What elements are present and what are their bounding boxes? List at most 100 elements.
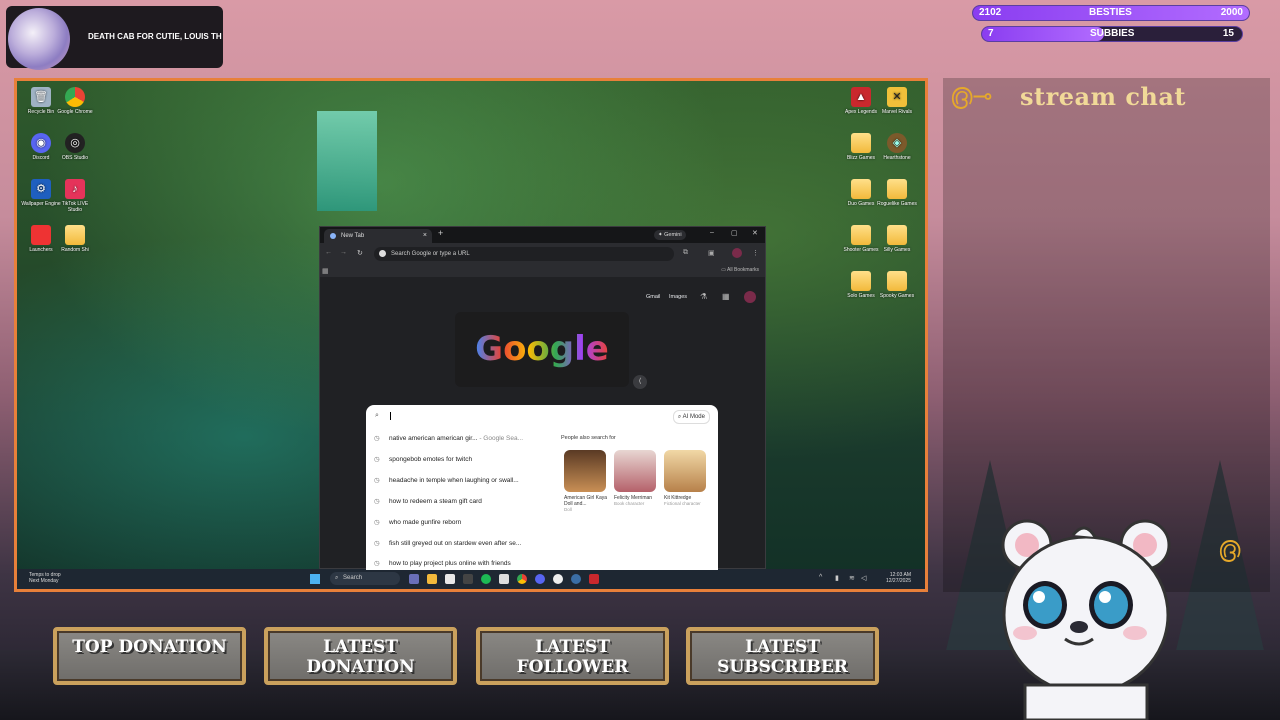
desktop-icon-roguelike-games[interactable]: Roguelike Games	[877, 179, 917, 207]
album-art	[8, 8, 70, 70]
new-tab-button[interactable]: +	[438, 228, 443, 238]
start-button[interactable]	[310, 574, 320, 584]
chrome-window: New Tab × + ✦ Gemini – ▢ ✕ ← → ↻ Search …	[319, 226, 766, 570]
suggestion-item[interactable]: ◷ native american american gir... - Googl…	[374, 434, 523, 442]
plaque-title: LATEST DONATION	[306, 637, 415, 677]
extensions-icon[interactable]: ⧉	[683, 249, 688, 257]
side-panel-icon[interactable]: ▣	[708, 249, 715, 257]
desktop-icon-apex[interactable]: ▲ Apex Legends	[841, 87, 881, 115]
taskbar-app-apex[interactable]	[589, 574, 599, 584]
apps-grid-icon[interactable]: ▦	[722, 292, 730, 301]
taskbar-clock[interactable]: 12:03 AM 12/27/2025	[886, 572, 911, 584]
taskbar-app-terminal[interactable]	[463, 574, 473, 584]
suggestion-item[interactable]: ◷ how to play project plus online with fr…	[374, 559, 511, 567]
forward-icon[interactable]: →	[340, 249, 347, 256]
desktop-icon-obs[interactable]: ◎ OBS Studio	[55, 133, 95, 161]
chevron-up-icon[interactable]: ^	[819, 574, 822, 581]
share-icon[interactable]: ⟨	[633, 375, 647, 389]
related-card-felicity[interactable]: Felicity Merriman Book character	[614, 450, 660, 507]
subbies-target: 15	[1222, 28, 1234, 39]
taskbar-search[interactable]: ⌕ Search	[330, 572, 400, 585]
latest-subscriber-plaque: LATEST SUBSCRIBER	[686, 627, 879, 685]
address-bar[interactable]: Search Google or type a URL	[374, 247, 674, 261]
images-link[interactable]: Images	[669, 294, 687, 300]
desktop-icon-marvel-rivals[interactable]: ✕ Marvel Rivals	[877, 87, 917, 115]
taskbar-app-chrome[interactable]	[517, 574, 527, 584]
windows-taskbar: Temps to drop Next Monday ⌕ Search ^ ▮ ≋…	[17, 569, 925, 589]
chrome-icon	[65, 87, 85, 107]
plaque-title: LATEST FOLLOWER	[516, 637, 629, 677]
desktop-icon-duo-games[interactable]: Duo Games	[841, 179, 881, 207]
marvel-rivals-icon: ✕	[887, 87, 907, 107]
suggestion-item[interactable]: ◷ spongebob emotes for twitch	[374, 455, 472, 463]
latest-donation-plaque: LATEST DONATION	[264, 627, 457, 685]
ai-mode-button[interactable]: ⌕ AI Mode	[672, 410, 710, 424]
menu-icon[interactable]: ⋮	[752, 249, 759, 257]
gmail-link[interactable]: Gmail	[646, 294, 660, 300]
folder-icon	[887, 271, 907, 291]
desktop-icon-hearthstone[interactable]: ◈ Hearthstone	[877, 133, 917, 161]
google-doodle[interactable]: Google	[455, 312, 629, 387]
desktop-icon-silly-games[interactable]: Silly Games	[877, 225, 917, 253]
taskbar-app-steam[interactable]	[571, 574, 581, 584]
maximize-icon[interactable]: ▢	[731, 229, 738, 237]
chrome-favicon-icon	[330, 233, 336, 239]
close-tab-icon[interactable]: ×	[423, 229, 427, 243]
hearthstone-icon: ◈	[887, 133, 907, 153]
stream-chat-title: stream chat	[1020, 82, 1187, 111]
suggestion-item[interactable]: ◷ who made gunfire reborn	[374, 518, 461, 526]
taskbar-app-xbox[interactable]	[499, 574, 509, 584]
plaque-title: TOP DONATION	[72, 637, 227, 657]
account-avatar[interactable]	[744, 291, 756, 303]
tab-new-tab[interactable]: New Tab ×	[324, 229, 432, 243]
taskbar-app-spotify[interactable]	[481, 574, 491, 584]
taskbar-app-store[interactable]	[445, 574, 455, 584]
taskbar-app-obs[interactable]	[553, 574, 563, 584]
obs-icon: ◎	[65, 133, 85, 153]
now-playing-text: DEATH CAB FOR CUTIE, LOUIS TH	[88, 32, 222, 41]
volume-icon[interactable]: ◁	[861, 574, 866, 582]
desktop-icon-blizz-games[interactable]: Blizz Games	[841, 133, 881, 161]
wifi-icon[interactable]: ≋	[849, 574, 855, 582]
swirl-ornament-icon: ൫⊸	[950, 83, 993, 110]
all-bookmarks-button[interactable]: ▭ All Bookmarks	[721, 267, 759, 273]
besties-target: 2000	[1220, 7, 1243, 18]
suggestion-item[interactable]: ◷ how to redeem a steam gift card	[374, 497, 482, 505]
tab-strip: New Tab × + ✦ Gemini – ▢ ✕	[320, 227, 765, 243]
taskbar-app-discord[interactable]	[535, 574, 545, 584]
taskbar-app-file-explorer[interactable]	[427, 574, 437, 584]
gemini-button[interactable]: ✦ Gemini	[654, 230, 686, 240]
search-icon: ⌕	[335, 575, 339, 581]
suggestion-item[interactable]: ◷ headache in temple when laughing or swa…	[374, 476, 519, 484]
suggestion-item[interactable]: ◷ fish still greyed out on stardew even a…	[374, 539, 521, 547]
people-also-search-heading: People also search for	[561, 435, 616, 441]
besties-label: BESTIES	[1089, 7, 1132, 18]
top-donation-plaque: TOP DONATION	[53, 627, 246, 685]
folder-icon	[31, 225, 51, 245]
profile-avatar[interactable]	[732, 248, 742, 258]
desktop-icon-solo-games[interactable]: Solo Games	[841, 271, 881, 299]
minimize-icon[interactable]: –	[710, 229, 714, 236]
labs-flask-icon[interactable]: ⚗	[700, 292, 707, 301]
back-icon[interactable]: ←	[325, 249, 332, 256]
folder-icon: ▭	[721, 267, 726, 273]
desktop-icon-chrome[interactable]: Google Chrome	[55, 87, 95, 115]
folder-icon	[887, 179, 907, 199]
subbies-label: SUBBIES	[1090, 28, 1135, 39]
apps-grid-icon[interactable]: ▦	[322, 267, 329, 275]
desktop-icon-tiktok[interactable]: ♪ TikTok LIVE Studio	[55, 179, 95, 213]
tiktok-icon: ♪	[65, 179, 85, 199]
card-image	[614, 450, 656, 492]
related-card-kit[interactable]: Kit Kittredge Fictional character	[664, 450, 710, 507]
desktop-icon-random[interactable]: Random Shi	[55, 225, 95, 253]
desktop-icon-spooky-games[interactable]: Spooky Games	[877, 271, 917, 299]
mic-icon[interactable]: ▮	[835, 574, 839, 582]
discord-icon: ◉	[31, 133, 51, 153]
weather-widget[interactable]: Temps to drop Next Monday	[29, 572, 61, 584]
besties-current: 2102	[979, 7, 1002, 18]
related-card-kaya[interactable]: American Girl Kaya Doll and... Doll	[564, 450, 610, 513]
desktop-icon-shooter-games[interactable]: Shooter Games	[841, 225, 881, 253]
reload-icon[interactable]: ↻	[357, 249, 363, 257]
close-window-icon[interactable]: ✕	[752, 229, 758, 237]
taskbar-app-widgets[interactable]	[409, 574, 419, 584]
